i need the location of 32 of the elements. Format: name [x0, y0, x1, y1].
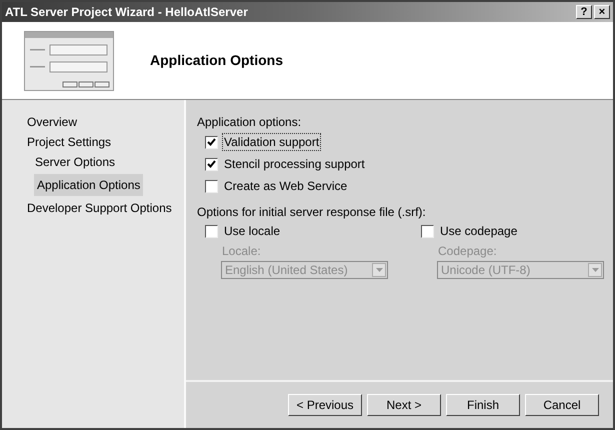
section-label: Application options: — [197, 114, 302, 130]
check-icon — [207, 138, 216, 146]
checkbox-label[interactable]: Use codepage — [439, 223, 518, 239]
field-label: Locale: — [222, 243, 262, 260]
dropdown-value: Unicode (UTF-8) — [441, 262, 530, 279]
checkbox-label[interactable]: Stencil processing support — [223, 156, 366, 172]
section-label: Options for initial server response file (.srf): — [197, 204, 427, 220]
field-label: Codepage: — [438, 243, 498, 260]
sidebar-item[interactable]: Server Options — [34, 154, 116, 170]
checkbox[interactable] — [205, 136, 218, 148]
wizard-button[interactable]: < Previous — [288, 394, 362, 416]
wizard-button[interactable]: Finish — [446, 394, 520, 416]
sidebar-item[interactable]: Application Options — [34, 174, 144, 196]
close-button[interactable]: × — [594, 5, 610, 19]
checkbox-label[interactable]: Create as Web Service — [223, 178, 348, 194]
checkbox[interactable] — [205, 158, 218, 170]
help-button[interactable]: ? — [576, 5, 592, 19]
window-title: ATL Server Project Wizard - HelloAtlServer — [5, 4, 248, 21]
wizard-button[interactable]: Next > — [367, 394, 441, 416]
checkbox-label[interactable]: Use locale — [223, 223, 282, 239]
sidebar-item[interactable]: Developer Support Options — [26, 200, 173, 216]
checkbox[interactable] — [205, 224, 218, 238]
sidebar-item[interactable]: Overview — [26, 114, 78, 130]
dropdown-value: English (United States) — [225, 262, 348, 279]
wizard-button[interactable]: Cancel — [525, 394, 599, 416]
checkbox[interactable] — [205, 180, 218, 192]
page-heading: Application Options — [150, 51, 283, 70]
check-icon — [207, 160, 216, 168]
checkbox-label[interactable]: Validation support — [223, 134, 320, 150]
sidebar-item[interactable]: Project Settings — [26, 134, 112, 150]
dialog-thumbnail-icon — [24, 30, 114, 90]
checkbox[interactable] — [421, 224, 434, 238]
